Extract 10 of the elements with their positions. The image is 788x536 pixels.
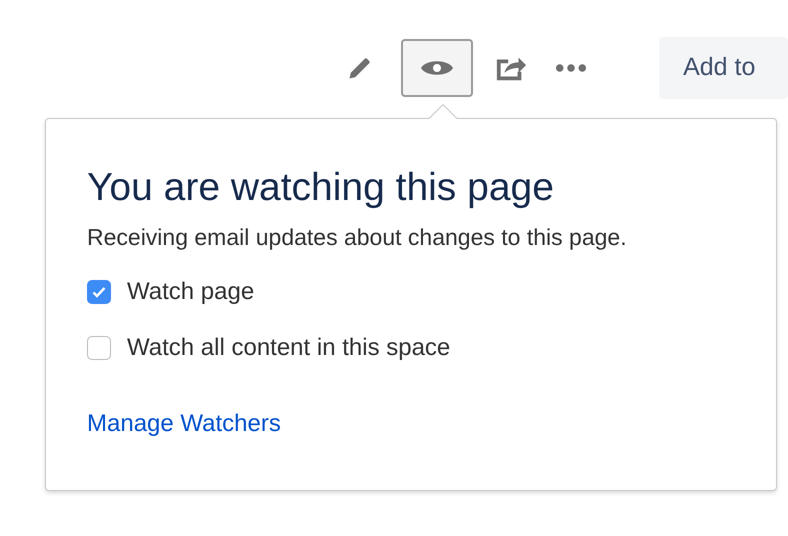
add-button[interactable]: Add to <box>659 37 788 99</box>
checkbox-label: Watch page <box>127 276 254 307</box>
manage-watchers-link[interactable]: Manage Watchers <box>87 406 281 442</box>
checkbox[interactable] <box>87 336 111 360</box>
watch-button[interactable] <box>400 39 474 97</box>
check-icon <box>92 286 106 298</box>
popover-title: You are watching this page <box>87 165 555 211</box>
description-text: Receiving email updates about changes to this page. <box>87 222 628 252</box>
checkbox-label: Watch all content in this space <box>127 332 450 363</box>
checkbox[interactable] <box>87 280 111 304</box>
